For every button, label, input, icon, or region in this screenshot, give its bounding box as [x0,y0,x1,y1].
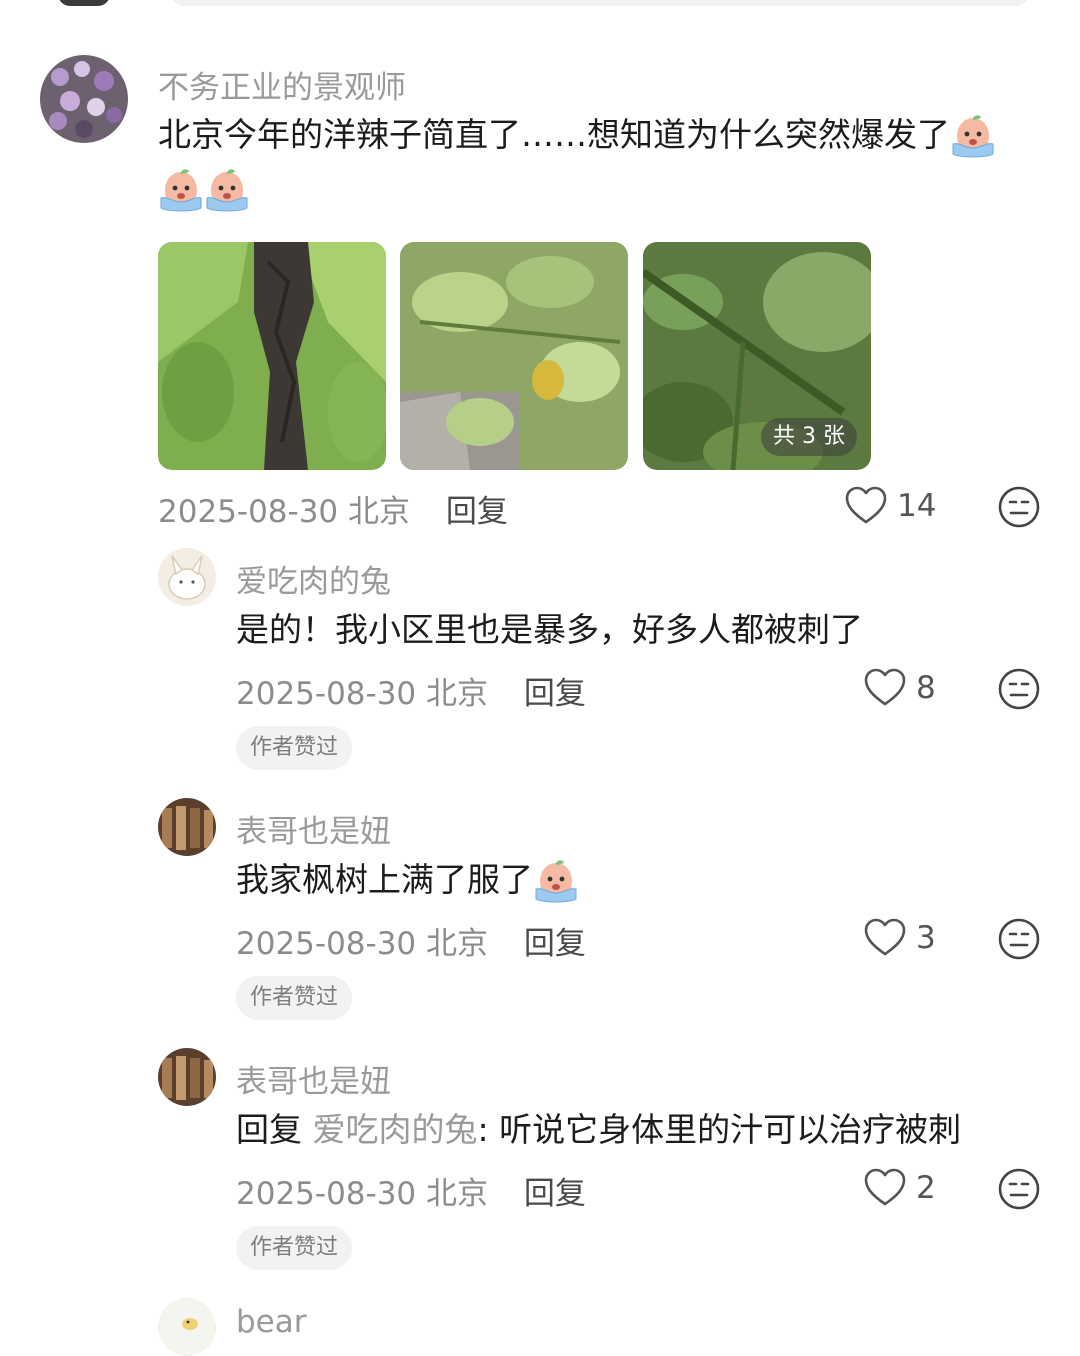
crying-emoji-icon [158,168,204,214]
like-count: 8 [916,670,936,706]
avatar[interactable] [158,798,216,856]
crying-emoji-icon [950,114,996,160]
avatar[interactable] [40,55,128,143]
like-button[interactable]: 8 [864,668,936,708]
reply-meta: 2025-08-30 北京 回复 [236,918,586,963]
comment-text: 北京今年的洋辣子简直了……想知道为什么突然爆发了 [158,108,996,162]
reply-date: 2025-08-30 [236,1176,417,1212]
reply-text: 回复 爱吃肉的兔: 听说它身体里的汁可以治疗被刺 [236,1103,961,1157]
comment-input-edge[interactable] [170,0,1030,6]
like-button[interactable]: 14 [845,486,936,526]
author-liked-badge: 作者赞过 [236,1226,353,1270]
reply-location: 北京 [426,1176,489,1212]
reply-text-body: : 听说它身体里的汁可以治疗被刺 [477,1110,962,1149]
neutral-face-icon[interactable] [997,917,1041,961]
reply-button[interactable]: 回复 [524,926,586,962]
reply-meta: 2025-08-30 北京 回复 [236,1168,586,1213]
like-count: 2 [916,1170,936,1206]
reply-text: 是的！我小区里也是暴多，好多人都被刺了 [236,610,863,649]
neutral-face-icon[interactable] [997,667,1041,711]
heart-outline-icon [864,668,906,708]
reply-username[interactable]: 表哥也是妞 [236,1056,391,1101]
heart-outline-icon [864,918,906,958]
reply-date: 2025-08-30 [236,926,417,962]
neutral-face-icon[interactable] [997,485,1041,529]
reply-to-username[interactable]: 爱吃肉的兔 [313,1110,478,1149]
like-button[interactable]: 2 [864,1168,936,1208]
comment-date: 2025-08-30 [158,494,339,530]
reply-prefix: 回复 [236,1110,302,1149]
reply-username[interactable]: bear [236,1304,307,1340]
comment-text-continued [158,162,250,216]
reply-button[interactable]: 回复 [524,676,586,712]
comment-location: 北京 [348,494,411,530]
like-count: 14 [897,488,937,524]
reply-button[interactable]: 回复 [446,494,508,530]
reply-username[interactable]: 表哥也是妞 [236,806,391,851]
comment-text-body: 北京今年的洋辣子简直了……想知道为什么突然爆发了 [158,115,950,154]
crying-emoji-icon [533,859,579,905]
like-button[interactable]: 3 [864,918,936,958]
reply-meta: 2025-08-30 北京 回复 [236,668,586,713]
previous-reply-bar [0,0,1080,10]
comment-username[interactable]: 不务正业的景观师 [158,62,406,107]
heart-outline-icon [864,1168,906,1208]
reply-location: 北京 [426,926,489,962]
avatar[interactable] [158,1298,216,1356]
reply-username[interactable]: 爱吃肉的兔 [236,556,391,601]
photo-count-badge: 共 3 张 [761,418,857,456]
avatar[interactable] [158,1048,216,1106]
comment-photo[interactable]: 共 3 张 [643,242,871,470]
author-liked-badge: 作者赞过 [236,976,353,1020]
like-count: 3 [916,920,936,956]
reply-location: 北京 [426,676,489,712]
comment-photo[interactable] [400,242,628,470]
comment-meta: 2025-08-30 北京 回复 [158,486,508,531]
neutral-face-icon[interactable] [997,1167,1041,1211]
crying-emoji-icon [204,168,250,214]
avatar [58,0,110,6]
reply-text-body: 我家枫树上满了服了 [236,860,533,899]
author-liked-badge: 作者赞过 [236,726,353,770]
avatar[interactable] [158,548,216,606]
heart-outline-icon [845,486,887,526]
reply-text: 我家枫树上满了服了 [236,853,579,907]
reply-date: 2025-08-30 [236,676,417,712]
reply-button[interactable]: 回复 [524,1176,586,1212]
comment-photo[interactable] [158,242,386,470]
